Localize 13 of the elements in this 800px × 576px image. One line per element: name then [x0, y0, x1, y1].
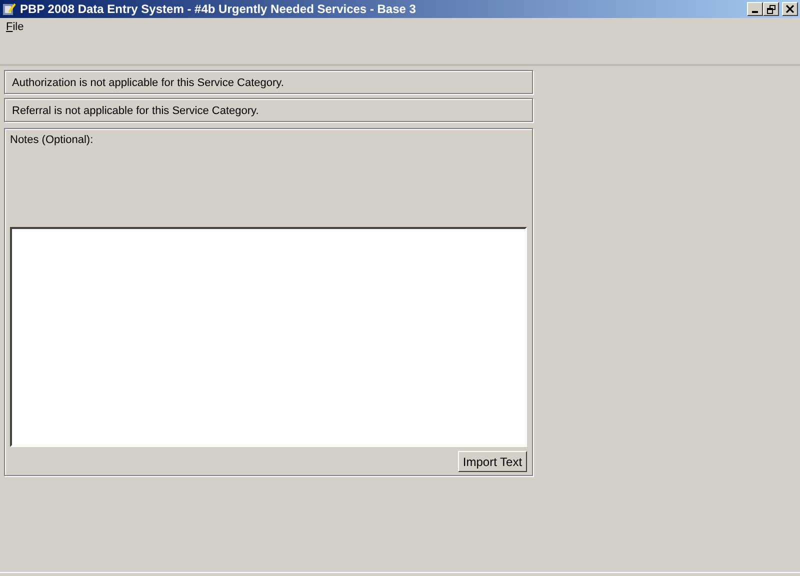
close-button[interactable] — [782, 2, 798, 16]
notes-label: Notes (Optional): — [10, 133, 94, 148]
notice-text: Referral is not applicable for this Service Category. — [4, 98, 533, 122]
window-title: PBP 2008 Data Entry System - #4b Urgently Needed Services - Base 3 — [20, 1, 416, 18]
restore-icon — [766, 4, 776, 14]
minimize-button[interactable] — [747, 2, 764, 16]
notice-text: Authorization is not applicable for this Service Category. — [4, 70, 533, 94]
app-icon — [2, 2, 16, 16]
restore-button[interactable] — [763, 2, 780, 16]
notes-field[interactable] — [10, 226, 527, 448]
menu-item[interactable]: File — [2, 18, 28, 36]
import-text-button[interactable]: Import Text — [458, 451, 527, 472]
close-icon — [786, 5, 794, 13]
